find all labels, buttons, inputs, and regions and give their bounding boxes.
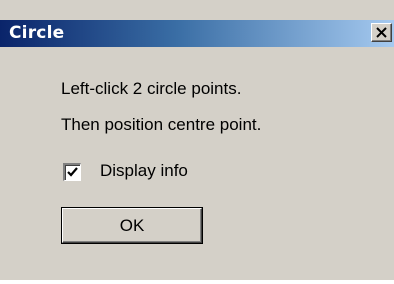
- instruction-line-2: Then position centre point.: [61, 115, 262, 134]
- ok-button[interactable]: OK: [61, 207, 203, 244]
- checkmark-icon: [67, 167, 78, 177]
- display-info-checkbox[interactable]: [63, 163, 81, 181]
- circle-dialog: Circle Left-click 2 circle points. Then …: [0, 0, 394, 280]
- display-info-label[interactable]: Display info: [100, 161, 188, 181]
- window-title: Circle: [9, 23, 65, 43]
- close-button[interactable]: [371, 23, 392, 42]
- ok-button-label: OK: [119, 216, 145, 235]
- title-bar[interactable]: Circle: [0, 20, 394, 47]
- close-icon: [376, 27, 387, 38]
- instruction-line-1: Left-click 2 circle points.: [61, 79, 242, 98]
